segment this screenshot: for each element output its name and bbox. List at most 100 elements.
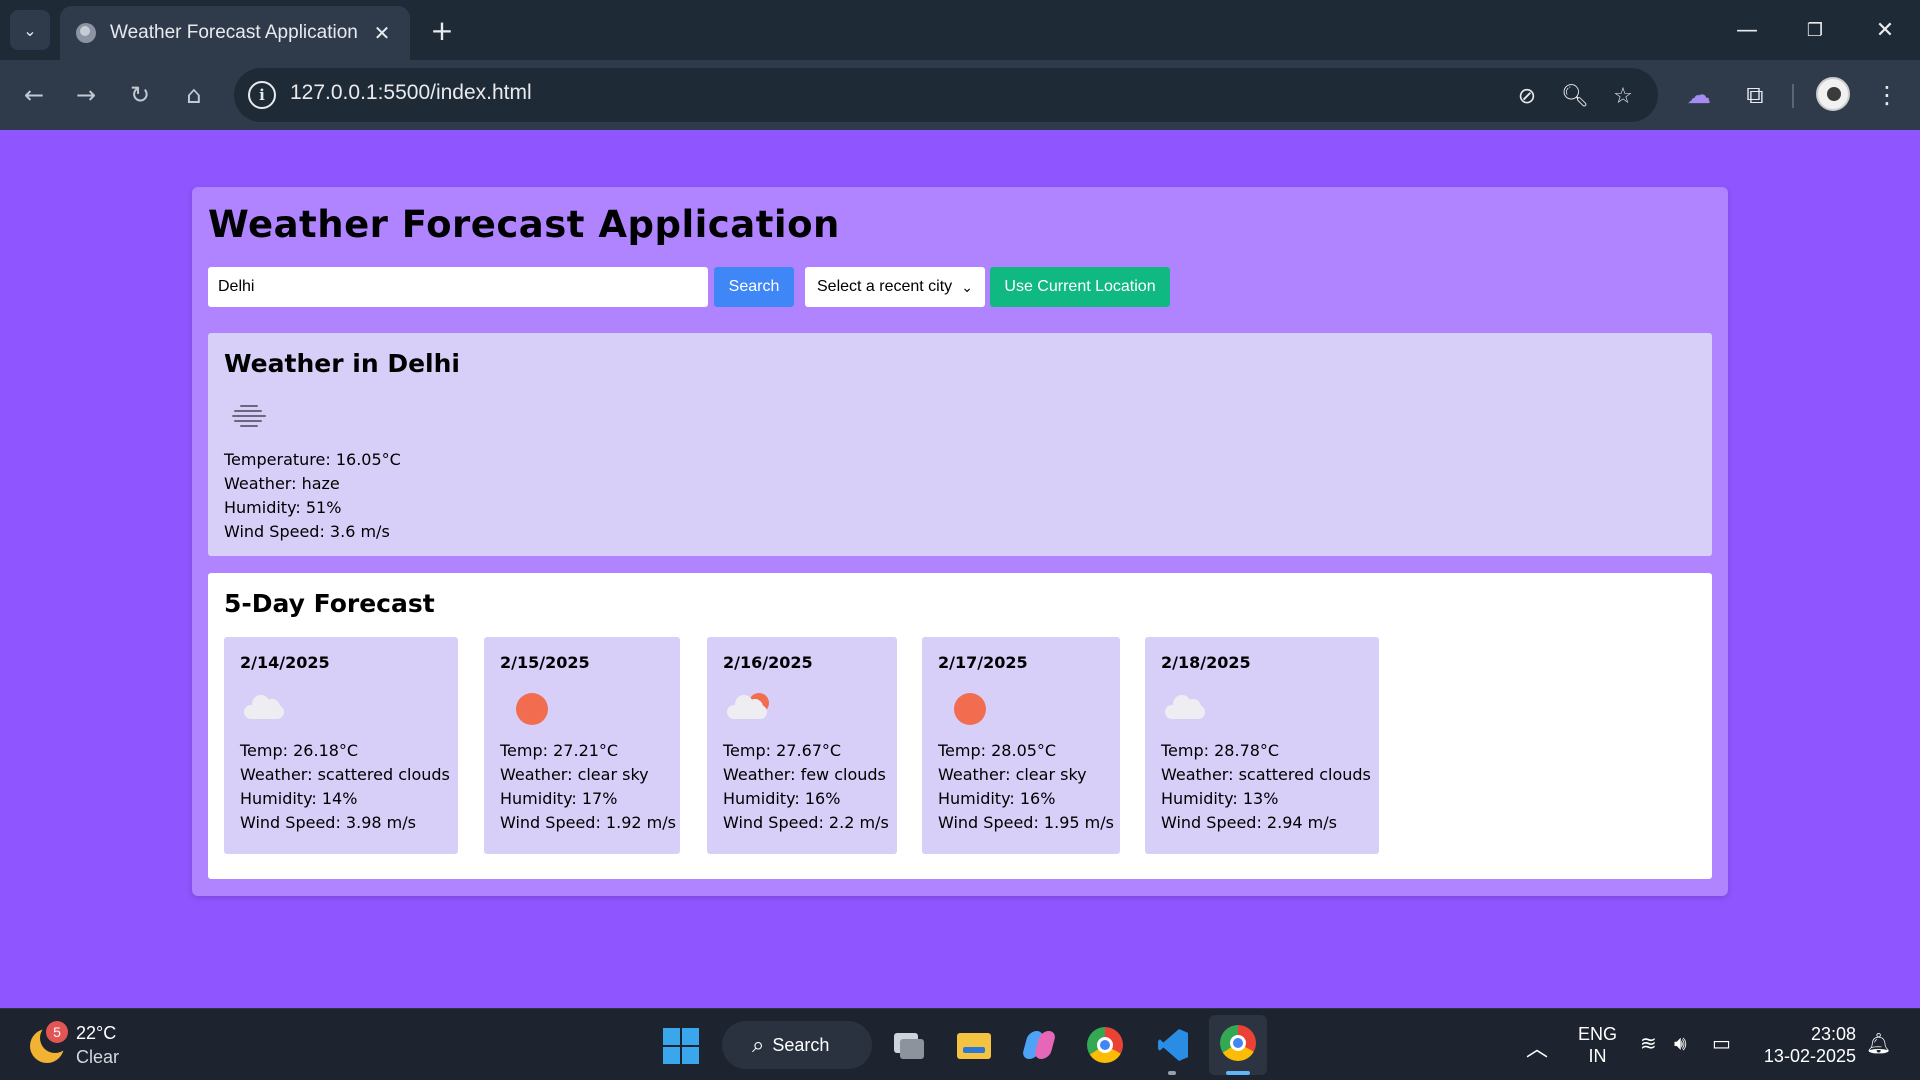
browser-tab[interactable]: Weather Forecast Application ✕ [60, 6, 410, 60]
forecast-weather: Weather: scattered clouds [240, 765, 450, 784]
app-container: Weather Forecast Application Search Sele… [192, 187, 1728, 896]
search-icon: ⌕ [752, 1032, 765, 1057]
city-search-input[interactable] [208, 267, 708, 307]
battery-icon[interactable]: ▭ [1712, 1031, 1731, 1055]
copilot-extension-icon[interactable]: ☁ [1680, 76, 1718, 114]
forecast-humidity: Humidity: 16% [723, 789, 841, 808]
forecast-date: 2/18/2025 [1161, 653, 1251, 672]
forecast-humidity: Humidity: 16% [938, 789, 1056, 808]
location-blocked-icon[interactable]: ⊘ [1512, 81, 1542, 111]
vscode-icon[interactable] [1150, 1023, 1194, 1067]
forecast-wind: Wind Speed: 3.98 m/s [240, 813, 416, 832]
current-wind-speed: Wind Speed: 3.6 m/s [224, 522, 390, 541]
forecast-day-card: 2/14/2025 Temp: 26.18°C Weather: scatter… [224, 637, 458, 854]
chrome-active-indicator [1226, 1071, 1250, 1075]
site-info-icon[interactable]: i [248, 81, 276, 109]
task-view-icon[interactable] [886, 1023, 930, 1067]
few-clouds-icon [723, 681, 773, 731]
extensions-puzzle-icon[interactable]: ⧉ [1736, 76, 1774, 114]
copilot-icon[interactable] [1017, 1023, 1061, 1067]
forecast-weather: Weather: few clouds [723, 765, 886, 784]
close-tab-icon[interactable]: ✕ [370, 21, 394, 45]
home-button[interactable]: ⌂ [174, 75, 214, 115]
arrow-right-icon: → [75, 81, 97, 109]
clock-time: 23:08 [1810, 1024, 1856, 1044]
browser-toolbar: ← → ↻ ⌂ i 127.0.0.1:5500/index.html ⊘ 🔍︎… [0, 60, 1920, 130]
minimize-window-button[interactable]: — [1724, 8, 1770, 52]
windows-start-icon[interactable] [663, 1028, 699, 1064]
page-title: Weather Forecast Application [208, 203, 840, 246]
address-bar[interactable]: i 127.0.0.1:5500/index.html ⊘ 🔍︎ ☆ [234, 68, 1658, 122]
clear-sky-icon [938, 681, 988, 731]
forecast-wind: Wind Speed: 1.95 m/s [938, 813, 1114, 832]
system-clock[interactable]: 23:08 13-02-2025 [1756, 1023, 1856, 1067]
forecast-day-card: 2/15/2025 Temp: 27.21°C Weather: clear s… [484, 637, 680, 854]
use-current-location-button[interactable]: Use Current Location [990, 267, 1170, 307]
more-menu-icon[interactable]: ⋮ [1868, 76, 1906, 114]
current-weather-details: Temperature: 16.05°C Weather: haze Humid… [224, 448, 401, 544]
forecast-wind: Wind Speed: 1.92 m/s [500, 813, 676, 832]
new-tab-button[interactable]: + [424, 12, 460, 48]
recent-city-selected: Select a recent city [817, 278, 953, 295]
forecast-wind: Wind Speed: 2.94 m/s [1161, 813, 1337, 832]
back-button[interactable]: ← [14, 75, 54, 115]
clock-date: 13-02-2025 [1763, 1046, 1856, 1066]
forecast-day-card: 2/18/2025 Temp: 28.78°C Weather: scatter… [1145, 637, 1379, 854]
forecast-weather: Weather: scattered clouds [1161, 765, 1371, 784]
forecast-day-card: 2/16/2025 Temp: 27.67°C Weather: few clo… [707, 637, 897, 854]
scattered-clouds-icon [240, 681, 290, 731]
globe-icon [76, 23, 96, 43]
close-window-button[interactable]: ✕ [1862, 8, 1908, 52]
arrow-left-icon: ← [23, 81, 45, 109]
forecast-date: 2/17/2025 [938, 653, 1028, 672]
forecast-temp: Temp: 27.21°C [500, 741, 619, 760]
forecast-day-card: 2/17/2025 Temp: 28.05°C Weather: clear s… [922, 637, 1120, 854]
forecast-date: 2/16/2025 [723, 653, 813, 672]
vscode-running-indicator [1168, 1071, 1176, 1075]
notification-bell-icon[interactable]: 🔔︎ [1866, 1031, 1891, 1055]
language-region: IN [1588, 1046, 1607, 1066]
current-humidity: Humidity: 51% [224, 498, 342, 517]
url-text[interactable]: 127.0.0.1:5500/index.html [290, 81, 532, 105]
forecast-temp: Temp: 27.67°C [723, 741, 842, 760]
restore-window-button[interactable]: ❐ [1792, 8, 1838, 52]
forecast-temp: Temp: 28.78°C [1161, 741, 1280, 760]
current-weather-heading: Weather in Delhi [224, 349, 460, 378]
taskbar-search-label: Search [772, 1034, 830, 1055]
taskbar-search-button[interactable]: ⌕ Search [722, 1021, 872, 1069]
forecast-heading: 5-Day Forecast [224, 589, 435, 618]
forecast-temp: Temp: 28.05°C [938, 741, 1057, 760]
chevron-down-icon: ⌄ [961, 278, 973, 295]
forecast-wind: Wind Speed: 2.2 m/s [723, 813, 889, 832]
chevron-down-icon: ⌄ [23, 20, 37, 40]
input-language-indicator[interactable]: ENG IN [1578, 1023, 1617, 1067]
search-button[interactable]: Search [714, 267, 794, 307]
taskbar: 5 22°C Clear ⌕ Search ︿ ENG IN ≋ 🔊︎ ▭ 23… [0, 1008, 1920, 1080]
current-weather-desc: Weather: haze [224, 474, 340, 493]
forward-button[interactable]: → [66, 75, 106, 115]
current-temperature: Temperature: 16.05°C [224, 450, 401, 469]
file-explorer-icon[interactable] [951, 1023, 995, 1067]
forecast-humidity: Humidity: 13% [1161, 789, 1279, 808]
profile-avatar[interactable] [1816, 77, 1850, 111]
clear-sky-icon [500, 681, 550, 731]
forecast-date: 2/15/2025 [500, 653, 590, 672]
notification-badge: 5 [46, 1021, 68, 1043]
toolbar-separator [1792, 84, 1794, 108]
forecast-weather: Weather: clear sky [500, 765, 649, 784]
tab-search-dropdown-button[interactable]: ⌄ [10, 10, 50, 50]
forecast-section: 5-Day Forecast 2/14/2025 Temp: 26.18°C W… [208, 573, 1712, 879]
tab-title: Weather Forecast Application [110, 22, 358, 43]
recent-city-select[interactable]: Select a recent city ⌄ [805, 267, 985, 307]
chrome-active-app[interactable] [1209, 1015, 1267, 1075]
show-hidden-icons-chevron-icon[interactable]: ︿ [1526, 1031, 1548, 1063]
haze-icon [220, 395, 270, 435]
reload-button[interactable]: ↻ [120, 75, 160, 115]
chrome-icon[interactable] [1083, 1023, 1127, 1067]
zoom-icon[interactable]: 🔍︎ [1560, 81, 1590, 111]
taskbar-weather-widget[interactable]: 5 22°C Clear [26, 1021, 166, 1071]
bookmark-star-icon[interactable]: ☆ [1608, 81, 1638, 111]
volume-icon[interactable]: 🔊︎ [1674, 1031, 1687, 1055]
wifi-icon[interactable]: ≋ [1640, 1031, 1657, 1055]
forecast-temp: Temp: 26.18°C [240, 741, 359, 760]
